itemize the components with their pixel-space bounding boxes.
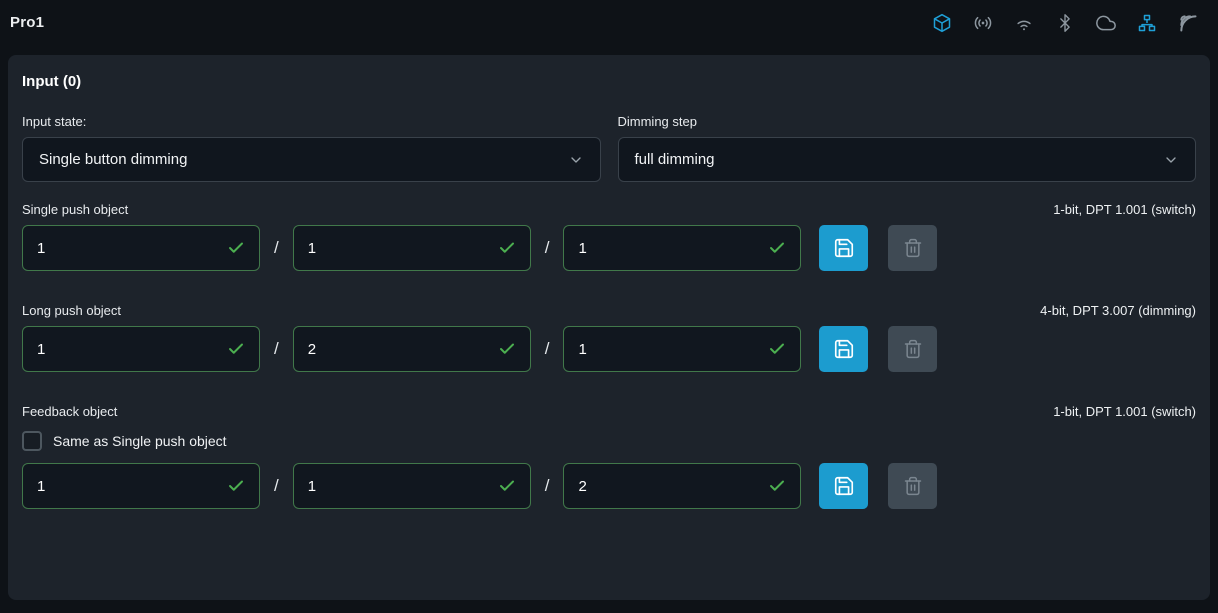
valid-check-icon [227, 477, 245, 495]
save-button[interactable] [819, 463, 868, 509]
group-address-main[interactable] [22, 225, 260, 271]
group-address-middle[interactable] [293, 463, 531, 509]
group-address-middle[interactable] [293, 225, 531, 271]
valid-check-icon [498, 239, 516, 257]
delete-button[interactable] [888, 326, 937, 372]
valid-check-icon [498, 477, 516, 495]
input-state-label: Input state: [22, 114, 601, 129]
input-config-panel: Input (0) Input state: Single button dim… [8, 55, 1210, 600]
trash-icon [903, 339, 923, 359]
broadcast-icon [973, 13, 993, 33]
network-icon [1137, 13, 1157, 33]
bluetooth-icon [1055, 13, 1075, 33]
input-state-value: Single button dimming [39, 151, 187, 168]
group-address-sub[interactable] [563, 463, 801, 509]
address-separator: / [545, 339, 550, 359]
dpt-label: 1-bit, DPT 1.001 (switch) [1053, 202, 1196, 217]
selects-row: Input state: Single button dimming Dimmi… [22, 114, 1196, 182]
dimming-step-field: Dimming step full dimming [618, 114, 1197, 182]
valid-check-icon [227, 340, 245, 358]
address-main-input[interactable] [37, 341, 227, 358]
address-main-input[interactable] [37, 240, 227, 257]
input-state-select[interactable]: Single button dimming [22, 137, 601, 182]
save-button[interactable] [819, 326, 868, 372]
delete-button[interactable] [888, 463, 937, 509]
cube-icon [932, 13, 952, 33]
status-icon-bar [932, 13, 1198, 33]
section-title: Input (0) [22, 73, 1196, 90]
object-label: Single push object [22, 202, 128, 217]
same-as-single-push-checkbox-row[interactable]: Same as Single push object [22, 431, 1196, 451]
cloud-icon [1096, 13, 1116, 33]
feedback-object-row: Feedback object 1-bit, DPT 1.001 (switch… [22, 404, 1196, 509]
address-middle-input[interactable] [308, 341, 498, 358]
save-icon [833, 237, 855, 259]
address-separator: / [274, 476, 279, 496]
save-icon [833, 475, 855, 497]
input-state-field: Input state: Single button dimming [22, 114, 601, 182]
trash-icon [903, 476, 923, 496]
trash-icon [903, 238, 923, 258]
address-middle-input[interactable] [308, 478, 498, 495]
address-sub-input[interactable] [578, 478, 768, 495]
address-sub-input[interactable] [578, 240, 768, 257]
checkbox[interactable] [22, 431, 42, 451]
address-separator: / [274, 238, 279, 258]
checkbox-label: Same as Single push object [53, 433, 227, 449]
chevron-down-icon [568, 152, 584, 168]
dimming-step-value: full dimming [635, 151, 715, 168]
valid-check-icon [498, 340, 516, 358]
rf-signal-icon [1178, 13, 1198, 33]
dimming-step-select[interactable]: full dimming [618, 137, 1197, 182]
header-bar: Pro1 [0, 0, 1218, 45]
valid-check-icon [768, 340, 786, 358]
group-address-middle[interactable] [293, 326, 531, 372]
address-middle-input[interactable] [308, 240, 498, 257]
group-address-main[interactable] [22, 463, 260, 509]
address-separator: / [545, 238, 550, 258]
address-main-input[interactable] [37, 478, 227, 495]
wifi-icon [1014, 13, 1034, 33]
valid-check-icon [227, 239, 245, 257]
address-sub-input[interactable] [578, 341, 768, 358]
group-address-sub[interactable] [563, 326, 801, 372]
single-push-object-row: Single push object 1-bit, DPT 1.001 (swi… [22, 202, 1196, 271]
dimming-step-label: Dimming step [618, 114, 1197, 129]
save-button[interactable] [819, 225, 868, 271]
dpt-label: 1-bit, DPT 1.001 (switch) [1053, 404, 1196, 419]
address-separator: / [274, 339, 279, 359]
delete-button[interactable] [888, 225, 937, 271]
address-separator: / [545, 476, 550, 496]
valid-check-icon [768, 477, 786, 495]
long-push-object-row: Long push object 4-bit, DPT 3.007 (dimmi… [22, 303, 1196, 372]
page-title: Pro1 [10, 14, 44, 31]
dpt-label: 4-bit, DPT 3.007 (dimming) [1040, 303, 1196, 318]
chevron-down-icon [1163, 152, 1179, 168]
object-label: Long push object [22, 303, 121, 318]
group-address-main[interactable] [22, 326, 260, 372]
save-icon [833, 338, 855, 360]
group-address-sub[interactable] [563, 225, 801, 271]
valid-check-icon [768, 239, 786, 257]
object-label: Feedback object [22, 404, 117, 419]
